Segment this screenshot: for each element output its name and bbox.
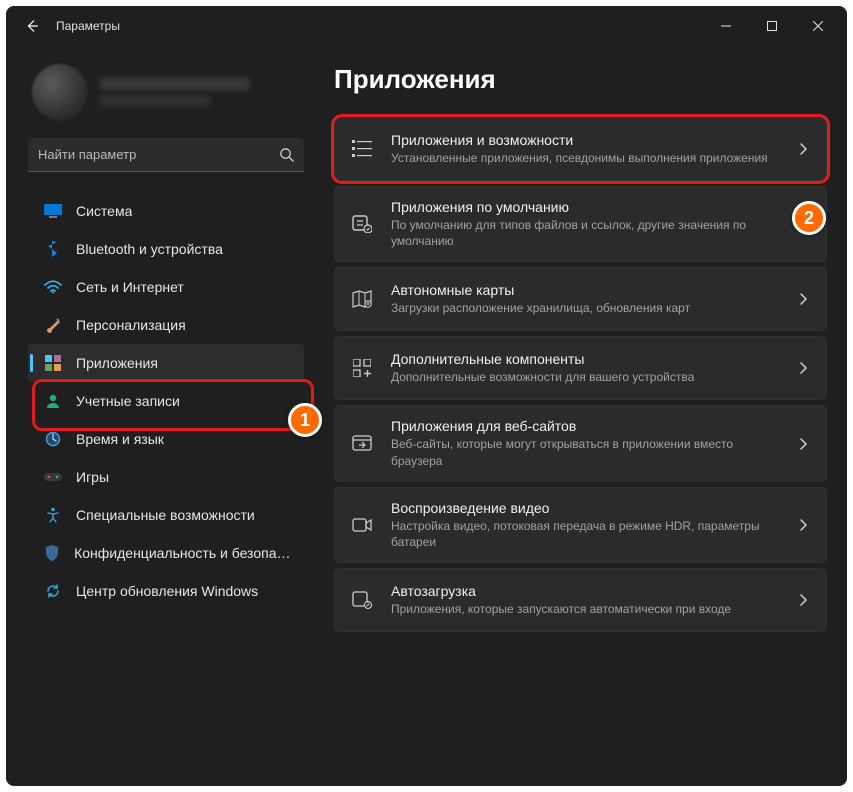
nav-label: Учетные записи [76, 393, 180, 409]
back-button[interactable] [18, 12, 46, 40]
nav-bluetooth[interactable]: Bluetooth и устройства [28, 230, 304, 268]
nav-label: Персонализация [76, 317, 186, 333]
video-icon [351, 517, 373, 533]
annotation-badge-1: 1 [288, 403, 322, 437]
nav-label: Конфиденциальность и безопасность [74, 545, 294, 561]
nav-label: Время и язык [76, 431, 164, 447]
card-video-playback[interactable]: Воспроизведение видео Настройка видео, п… [334, 487, 827, 563]
card-title: Автозагрузка [391, 583, 782, 599]
card-title: Приложения и возможности [391, 132, 782, 148]
card-apps-websites[interactable]: Приложения для веб-сайтов Веб-сайты, кот… [334, 405, 827, 481]
chevron-right-icon [800, 143, 808, 155]
card-offline-maps[interactable]: Автономные карты Загрузки расположение х… [334, 267, 827, 331]
nav-label: Система [76, 203, 132, 219]
nav-label: Центр обновления Windows [76, 583, 258, 599]
bluetooth-icon [44, 240, 62, 258]
card-desc: Приложения, которые запускаются автомати… [391, 601, 782, 617]
profile-block[interactable] [28, 56, 304, 138]
page-title: Приложения [334, 64, 827, 95]
globe-clock-icon [44, 430, 62, 448]
chevron-right-icon [800, 519, 808, 531]
chevron-right-icon [800, 362, 808, 374]
search-icon [279, 147, 294, 162]
card-default-apps[interactable]: Приложения по умолчанию По умолчанию для… [334, 186, 827, 262]
nav-label: Специальные возможности [76, 507, 255, 523]
nav-apps[interactable]: Приложения [28, 344, 304, 382]
list-icon [351, 140, 373, 158]
minimize-button[interactable] [703, 10, 749, 42]
grid-plus-icon [351, 359, 373, 377]
nav-label: Приложения [76, 355, 158, 371]
nav-label: Сеть и Интернет [76, 279, 184, 295]
chevron-right-icon [800, 438, 808, 450]
startup-icon [351, 591, 373, 609]
wifi-icon [44, 278, 62, 296]
nav-personalization[interactable]: Персонализация [28, 306, 304, 344]
nav-network[interactable]: Сеть и Интернет [28, 268, 304, 306]
card-title: Автономные карты [391, 282, 782, 298]
default-icon [351, 215, 373, 233]
nav-gaming[interactable]: Игры [28, 458, 304, 496]
annotation-badge-2: 2 [792, 201, 826, 235]
person-icon [44, 392, 62, 410]
search-box[interactable] [28, 138, 304, 172]
card-title: Приложения для веб-сайтов [391, 418, 782, 434]
system-icon [44, 202, 62, 220]
map-icon [351, 290, 373, 308]
card-desc: По умолчанию для типов файлов и ссылок, … [391, 217, 782, 249]
gamepad-icon [44, 468, 62, 486]
avatar [32, 64, 88, 120]
apps-icon [44, 354, 62, 372]
nav-accessibility[interactable]: Специальные возможности [28, 496, 304, 534]
nav-label: Bluetooth и устройства [76, 241, 223, 257]
window-link-icon [351, 435, 373, 453]
nav-label: Игры [76, 469, 109, 485]
card-desc: Загрузки расположение хранилища, обновле… [391, 300, 782, 316]
card-startup[interactable]: Автозагрузка Приложения, которые запуска… [334, 568, 827, 632]
nav-windows-update[interactable]: Центр обновления Windows [28, 572, 304, 610]
card-title: Дополнительные компоненты [391, 351, 782, 367]
brush-icon [44, 316, 62, 334]
card-desc: Дополнительные возможности для вашего ус… [391, 369, 782, 385]
card-desc: Настройка видео, потоковая передача в ре… [391, 518, 782, 550]
close-button[interactable] [795, 10, 841, 42]
card-list: Приложения и возможности Установленные п… [334, 117, 827, 632]
nav-time-language[interactable]: Время и язык [28, 420, 304, 458]
nav-privacy[interactable]: Конфиденциальность и безопасность [28, 534, 304, 572]
settings-window: Параметры [6, 6, 847, 786]
chevron-right-icon [800, 594, 808, 606]
card-desc: Веб-сайты, которые могут открываться в п… [391, 436, 782, 468]
card-desc: Установленные приложения, псевдонимы вып… [391, 150, 782, 166]
search-input[interactable] [38, 147, 279, 162]
content-pane: Приложения Приложения и возможности Уста… [314, 46, 847, 786]
chevron-right-icon [800, 293, 808, 305]
update-icon [44, 582, 62, 600]
sidebar: Система Bluetooth и устройства Сеть и Ин… [6, 46, 314, 786]
window-controls [703, 10, 841, 42]
titlebar: Параметры [6, 6, 847, 46]
accessibility-icon [44, 506, 62, 524]
profile-text [100, 78, 250, 106]
card-optional-features[interactable]: Дополнительные компоненты Дополнительные… [334, 336, 827, 400]
card-title: Воспроизведение видео [391, 500, 782, 516]
shield-icon [44, 544, 60, 562]
nav-list: Система Bluetooth и устройства Сеть и Ин… [28, 192, 304, 610]
card-title: Приложения по умолчанию [391, 199, 782, 215]
nav-system[interactable]: Система [28, 192, 304, 230]
maximize-button[interactable] [749, 10, 795, 42]
nav-accounts[interactable]: Учетные записи [28, 382, 304, 420]
window-title: Параметры [56, 19, 120, 33]
card-apps-features[interactable]: Приложения и возможности Установленные п… [334, 117, 827, 181]
